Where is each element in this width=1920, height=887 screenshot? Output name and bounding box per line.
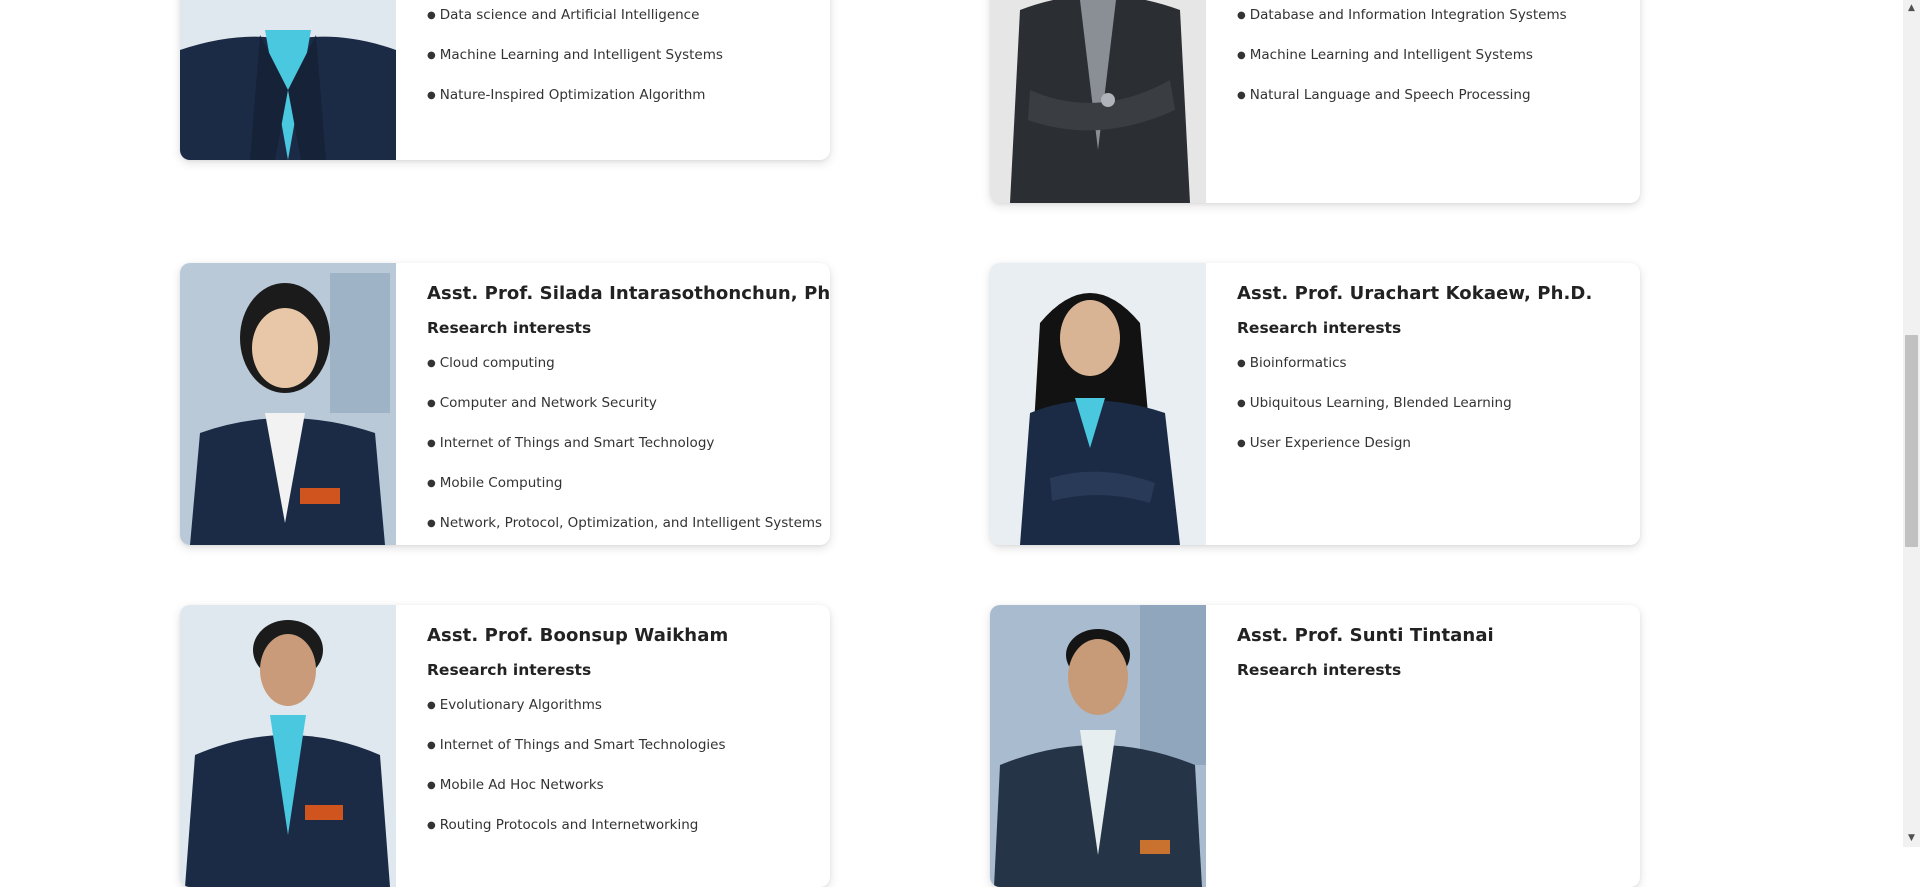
list-item: Routing Protocols and Internetworking xyxy=(427,817,725,857)
faculty-card: Database and Information Integration Sys… xyxy=(990,0,1640,203)
scrollbar-thumb[interactable] xyxy=(1905,335,1918,547)
page-scrollbar[interactable]: ▲ ▼ xyxy=(1903,0,1920,847)
list-item: User Experience Design xyxy=(1237,435,1512,475)
list-item: Database and Information Integration Sys… xyxy=(1237,7,1567,47)
scroll-down-arrow-icon[interactable]: ▼ xyxy=(1903,830,1920,847)
list-item: Nature-Inspired Optimization Algorithm xyxy=(427,87,723,127)
research-interests-list: Evolutionary Algorithms Internet of Thin… xyxy=(427,697,726,857)
list-item: Computer and Network Security xyxy=(427,395,822,435)
list-item: Machine Learning and Intelligent Systems xyxy=(427,47,723,87)
research-interests-heading: Research interests xyxy=(427,661,592,679)
list-item: Cloud computing xyxy=(427,355,822,395)
faculty-name: Asst. Prof. Sunti Tintanai xyxy=(1237,625,1494,646)
list-item: Bioinformatics xyxy=(1237,355,1512,395)
faculty-card: Asst. Prof. Urachart Kokaew, Ph.D. Resea… xyxy=(990,263,1640,545)
research-interests-heading: Research interests xyxy=(1237,661,1402,679)
faculty-name: Asst. Prof. Urachart Kokaew, Ph.D. xyxy=(1237,283,1593,304)
research-interests-heading: Research interests xyxy=(427,319,592,337)
faculty-card: Asst. Prof. Boonsup Waikham Research int… xyxy=(180,605,830,887)
list-item: Machine Learning and Intelligent Systems xyxy=(1237,47,1567,87)
research-interests-list: Cloud computing Computer and Network Sec… xyxy=(427,355,822,545)
faculty-photo xyxy=(180,605,396,887)
list-item: Internet of Things and Smart Technology xyxy=(427,435,822,475)
faculty-card: Data science and Artificial Intelligence… xyxy=(180,0,830,160)
research-interests-heading: Research interests xyxy=(1237,319,1402,337)
list-item: Evolutionary Algorithms xyxy=(427,697,725,737)
scroll-up-arrow-icon[interactable]: ▲ xyxy=(1903,0,1920,17)
list-item: Mobile Ad Hoc Networks xyxy=(427,777,725,817)
faculty-name: Asst. Prof. Silada Intarasothonchun, Ph.… xyxy=(427,283,830,304)
list-item: Network, Protocol, Optimization, and Int… xyxy=(427,515,822,545)
list-item: Mobile Computing xyxy=(427,475,822,515)
list-item: Natural Language and Speech Processing xyxy=(1237,87,1567,127)
research-interests-list: Data science and Artificial Intelligence… xyxy=(427,7,723,127)
research-interests-list: Database and Information Integration Sys… xyxy=(1237,7,1567,127)
research-interests-list: Bioinformatics Ubiquitous Learning, Blen… xyxy=(1237,355,1512,475)
faculty-name: Asst. Prof. Boonsup Waikham xyxy=(427,625,729,646)
list-item: Internet of Things and Smart Technologie… xyxy=(427,737,726,777)
faculty-photo xyxy=(990,605,1206,887)
faculty-photo xyxy=(180,263,396,545)
faculty-card: Asst. Prof. Silada Intarasothonchun, Ph.… xyxy=(180,263,830,545)
faculty-card: Asst. Prof. Sunti Tintanai Research inte… xyxy=(990,605,1640,887)
list-item: Data science and Artificial Intelligence xyxy=(427,7,723,47)
list-item: Ubiquitous Learning, Blended Learning xyxy=(1237,395,1512,435)
faculty-photo xyxy=(990,263,1206,545)
faculty-photo xyxy=(180,0,396,160)
faculty-photo xyxy=(990,0,1206,203)
